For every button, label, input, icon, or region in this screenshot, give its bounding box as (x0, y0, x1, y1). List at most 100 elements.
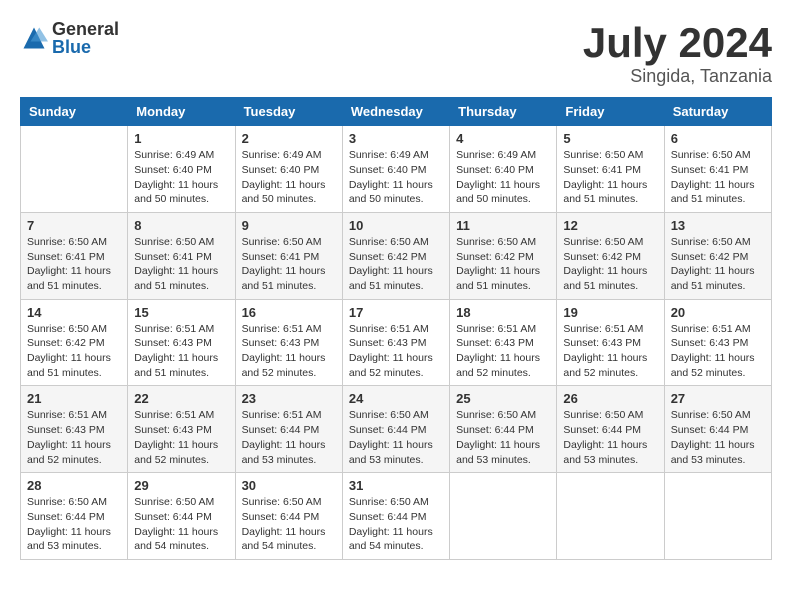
page-header: General Blue July 2024 Singida, Tanzania (20, 20, 772, 87)
month-year-title: July 2024 (583, 20, 772, 66)
day-number: 15 (134, 305, 228, 320)
calendar-cell: 22Sunrise: 6:51 AM Sunset: 6:43 PM Dayli… (128, 386, 235, 473)
calendar-cell: 29 Sunrise: 6:50 AM Sunset: 6:44 PM Dayli… (128, 473, 235, 560)
day-details: Sunrise: 6:50 AM Sunset: 6:44 PM Dayligh… (349, 495, 443, 554)
calendar-week-row: 14 Sunrise: 6:50 AM Sunset: 6:42 PM Dayli… (21, 299, 772, 386)
calendar-cell: 20Sunrise: 6:51 AM Sunset: 6:43 PM Dayli… (664, 299, 771, 386)
calendar-cell: 7 Sunrise: 6:50 AM Sunset: 6:41 PM Daylig… (21, 212, 128, 299)
calendar-cell: 25Sunrise: 6:50 AM Sunset: 6:44 PM Dayli… (450, 386, 557, 473)
day-details: Sunrise: 6:50 AM Sunset: 6:41 PM Dayligh… (27, 235, 121, 294)
logo: General Blue (20, 20, 119, 56)
day-number: 23 (242, 391, 336, 406)
day-details: Sunrise: 6:50 AM Sunset: 6:44 PM Dayligh… (27, 495, 121, 554)
day-number: 3 (349, 131, 443, 146)
day-number: 18 (456, 305, 550, 320)
day-details: Sunrise: 6:51 AM Sunset: 6:43 PM Dayligh… (563, 322, 657, 381)
calendar-cell: 12 Sunrise: 6:50 AM Sunset: 6:42 PM Dayli… (557, 212, 664, 299)
logo-general-text: General (52, 20, 119, 38)
day-number: 14 (27, 305, 121, 320)
day-details: Sunrise: 6:50 AM Sunset: 6:44 PM Dayligh… (563, 408, 657, 467)
day-number: 19 (563, 305, 657, 320)
day-details: Sunrise: 6:50 AM Sunset: 6:42 PM Dayligh… (563, 235, 657, 294)
calendar-cell (450, 473, 557, 560)
calendar-cell: 19 Sunrise: 6:51 AM Sunset: 6:43 PM Dayli… (557, 299, 664, 386)
day-number: 4 (456, 131, 550, 146)
day-details: Sunrise: 6:50 AM Sunset: 6:44 PM Dayligh… (242, 495, 336, 554)
day-details: Sunrise: 6:50 AM Sunset: 6:41 PM Dayligh… (242, 235, 336, 294)
day-number: 7 (27, 218, 121, 233)
day-number: 16 (242, 305, 336, 320)
logo-blue-text: Blue (52, 38, 119, 56)
calendar-cell: 15 Sunrise: 6:51 AM Sunset: 6:43 PM Dayli… (128, 299, 235, 386)
day-details: Sunrise: 6:50 AM Sunset: 6:41 PM Dayligh… (671, 148, 765, 207)
day-number: 26 (563, 391, 657, 406)
day-number: 1 (134, 131, 228, 146)
calendar-cell: 21 Sunrise: 6:51 AM Sunset: 6:43 PM Dayli… (21, 386, 128, 473)
weekday-header-thursday: Thursday (450, 98, 557, 126)
calendar-cell: 26 Sunrise: 6:50 AM Sunset: 6:44 PM Dayli… (557, 386, 664, 473)
calendar-cell: 1 Sunrise: 6:49 AM Sunset: 6:40 PM Daylig… (128, 126, 235, 213)
day-number: 12 (563, 218, 657, 233)
calendar-cell: 14 Sunrise: 6:50 AM Sunset: 6:42 PM Dayli… (21, 299, 128, 386)
day-details: Sunrise: 6:50 AM Sunset: 6:41 PM Dayligh… (563, 148, 657, 207)
calendar-cell: 11Sunrise: 6:50 AM Sunset: 6:42 PM Dayli… (450, 212, 557, 299)
day-details: Sunrise: 6:51 AM Sunset: 6:44 PM Dayligh… (242, 408, 336, 467)
calendar-cell: 8 Sunrise: 6:50 AM Sunset: 6:41 PM Daylig… (128, 212, 235, 299)
calendar-cell: 3 Sunrise: 6:49 AM Sunset: 6:40 PM Daylig… (342, 126, 449, 213)
calendar-cell: 6 Sunrise: 6:50 AM Sunset: 6:41 PM Daylig… (664, 126, 771, 213)
calendar-cell: 9Sunrise: 6:50 AM Sunset: 6:41 PM Daylig… (235, 212, 342, 299)
day-number: 5 (563, 131, 657, 146)
day-details: Sunrise: 6:50 AM Sunset: 6:42 PM Dayligh… (671, 235, 765, 294)
calendar-week-row: 7 Sunrise: 6:50 AM Sunset: 6:41 PM Daylig… (21, 212, 772, 299)
calendar-cell: 24Sunrise: 6:50 AM Sunset: 6:44 PM Dayli… (342, 386, 449, 473)
day-details: Sunrise: 6:51 AM Sunset: 6:43 PM Dayligh… (242, 322, 336, 381)
day-number: 21 (27, 391, 121, 406)
day-number: 2 (242, 131, 336, 146)
day-details: Sunrise: 6:50 AM Sunset: 6:44 PM Dayligh… (671, 408, 765, 467)
calendar-week-row: 1 Sunrise: 6:49 AM Sunset: 6:40 PM Daylig… (21, 126, 772, 213)
calendar-cell: 16 Sunrise: 6:51 AM Sunset: 6:43 PM Dayli… (235, 299, 342, 386)
calendar-cell: 2 Sunrise: 6:49 AM Sunset: 6:40 PM Daylig… (235, 126, 342, 213)
day-details: Sunrise: 6:50 AM Sunset: 6:42 PM Dayligh… (27, 322, 121, 381)
calendar-cell: 18 Sunrise: 6:51 AM Sunset: 6:43 PM Dayli… (450, 299, 557, 386)
day-details: Sunrise: 6:49 AM Sunset: 6:40 PM Dayligh… (242, 148, 336, 207)
day-details: Sunrise: 6:51 AM Sunset: 6:43 PM Dayligh… (27, 408, 121, 467)
day-details: Sunrise: 6:51 AM Sunset: 6:43 PM Dayligh… (134, 408, 228, 467)
calendar-cell: 31Sunrise: 6:50 AM Sunset: 6:44 PM Dayli… (342, 473, 449, 560)
day-details: Sunrise: 6:50 AM Sunset: 6:44 PM Dayligh… (456, 408, 550, 467)
day-number: 20 (671, 305, 765, 320)
day-details: Sunrise: 6:49 AM Sunset: 6:40 PM Dayligh… (134, 148, 228, 207)
calendar-cell: 13 Sunrise: 6:50 AM Sunset: 6:42 PM Dayli… (664, 212, 771, 299)
calendar-cell: 27 Sunrise: 6:50 AM Sunset: 6:44 PM Dayli… (664, 386, 771, 473)
calendar-table: SundayMondayTuesdayWednesdayThursdayFrid… (20, 97, 772, 560)
calendar-cell: 17 Sunrise: 6:51 AM Sunset: 6:43 PM Dayli… (342, 299, 449, 386)
weekday-header-sunday: Sunday (21, 98, 128, 126)
day-number: 17 (349, 305, 443, 320)
day-number: 27 (671, 391, 765, 406)
weekday-header-monday: Monday (128, 98, 235, 126)
weekday-header-row: SundayMondayTuesdayWednesdayThursdayFrid… (21, 98, 772, 126)
day-number: 29 (134, 478, 228, 493)
calendar-cell: 28 Sunrise: 6:50 AM Sunset: 6:44 PM Dayli… (21, 473, 128, 560)
day-number: 24 (349, 391, 443, 406)
calendar-cell (557, 473, 664, 560)
logo-icon (20, 24, 48, 52)
day-number: 11 (456, 218, 550, 233)
calendar-week-row: 28 Sunrise: 6:50 AM Sunset: 6:44 PM Dayli… (21, 473, 772, 560)
calendar-cell: 10Sunrise: 6:50 AM Sunset: 6:42 PM Dayli… (342, 212, 449, 299)
calendar-cell: 5 Sunrise: 6:50 AM Sunset: 6:41 PM Daylig… (557, 126, 664, 213)
day-details: Sunrise: 6:50 AM Sunset: 6:42 PM Dayligh… (349, 235, 443, 294)
day-details: Sunrise: 6:51 AM Sunset: 6:43 PM Dayligh… (134, 322, 228, 381)
day-number: 13 (671, 218, 765, 233)
day-details: Sunrise: 6:51 AM Sunset: 6:43 PM Dayligh… (456, 322, 550, 381)
calendar-cell (664, 473, 771, 560)
day-details: Sunrise: 6:51 AM Sunset: 6:43 PM Dayligh… (349, 322, 443, 381)
day-details: Sunrise: 6:50 AM Sunset: 6:41 PM Dayligh… (134, 235, 228, 294)
weekday-header-tuesday: Tuesday (235, 98, 342, 126)
day-number: 8 (134, 218, 228, 233)
day-details: Sunrise: 6:49 AM Sunset: 6:40 PM Dayligh… (349, 148, 443, 207)
day-number: 28 (27, 478, 121, 493)
day-details: Sunrise: 6:50 AM Sunset: 6:44 PM Dayligh… (134, 495, 228, 554)
calendar-cell: 4Sunrise: 6:49 AM Sunset: 6:40 PM Daylig… (450, 126, 557, 213)
day-number: 6 (671, 131, 765, 146)
